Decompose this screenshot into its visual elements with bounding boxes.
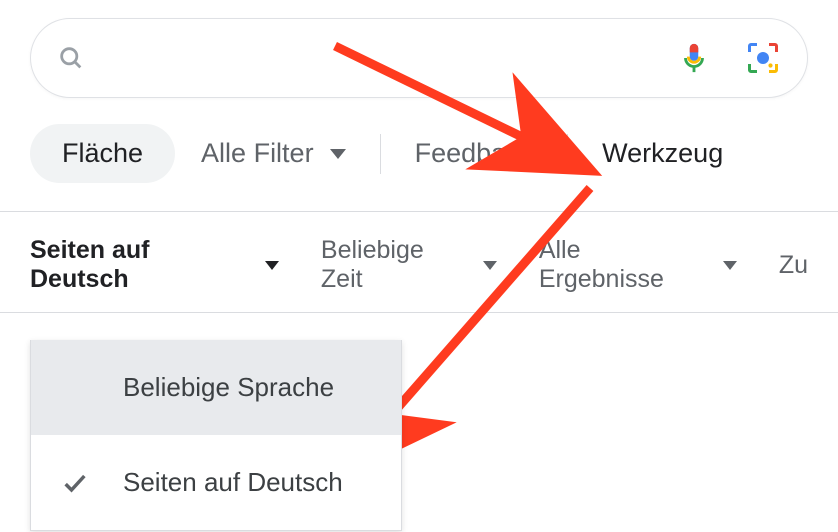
dropdown-label: Beliebige Zeit (321, 236, 471, 294)
chevron-down-icon (265, 261, 279, 270)
search-right-icons (677, 40, 781, 76)
menu-item-any-language[interactable]: Beliebige Sprache (31, 340, 401, 435)
search-icon (57, 44, 85, 72)
dropdown-reset[interactable]: Zu (779, 251, 808, 280)
tools-row: Seiten auf Deutsch Beliebige Zeit Alle E… (0, 212, 838, 312)
divider (380, 134, 381, 174)
divider (567, 134, 568, 174)
separator (0, 312, 838, 313)
tab-feedback[interactable]: Feedback (389, 124, 560, 183)
search-bar[interactable] (30, 18, 808, 98)
tab-all-filters[interactable]: Alle Filter (175, 124, 372, 183)
menu-item-label: Seiten auf Deutsch (123, 467, 343, 498)
tab-label: Alle Filter (201, 138, 314, 169)
dropdown-label: Zu (779, 251, 808, 280)
chevron-down-icon (723, 261, 737, 270)
dropdown-label: Seiten auf Deutsch (30, 236, 253, 294)
tab-label: Werkzeug (602, 138, 723, 169)
chip-label: Fläche (62, 138, 143, 169)
menu-item-german[interactable]: Seiten auf Deutsch (31, 435, 401, 530)
dropdown-label: Alle Ergebnisse (539, 236, 711, 294)
tab-tools[interactable]: Werkzeug (576, 124, 749, 183)
dropdown-language[interactable]: Seiten auf Deutsch (30, 236, 279, 294)
dropdown-time[interactable]: Beliebige Zeit (321, 236, 497, 294)
chip-flaeche[interactable]: Fläche (30, 124, 175, 183)
mic-icon[interactable] (677, 41, 711, 75)
chevron-down-icon (330, 149, 346, 159)
tab-label: Feedback (415, 138, 534, 169)
filter-tabs: Fläche Alle Filter Feedback Werkzeug (30, 124, 808, 183)
check-icon (61, 469, 89, 497)
language-menu: Beliebige Sprache Seiten auf Deutsch (30, 340, 402, 531)
lens-icon[interactable] (745, 40, 781, 76)
dropdown-results[interactable]: Alle Ergebnisse (539, 236, 737, 294)
chevron-down-icon (483, 261, 497, 270)
search-input[interactable] (99, 45, 663, 71)
menu-item-label: Beliebige Sprache (123, 372, 334, 403)
